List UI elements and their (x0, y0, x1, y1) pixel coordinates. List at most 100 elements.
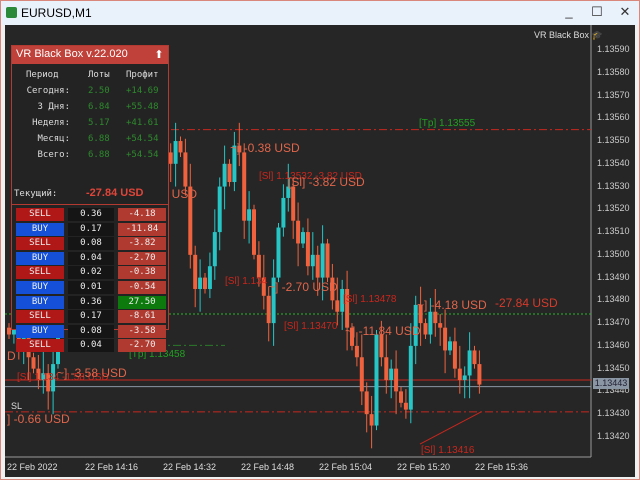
candle-body (457, 368, 462, 381)
trade-row[interactable]: BUY 0.08 -3.58 (16, 324, 166, 338)
profit-label: ~] -2.70 USD (268, 280, 338, 294)
lots-value: 6.88 (88, 134, 110, 144)
price-tick: 1.13420 (597, 430, 630, 441)
candle-body (256, 254, 261, 278)
candle-body (359, 357, 364, 392)
candle-body (369, 414, 374, 426)
current-row: Текущий: -27.84 USD (12, 187, 170, 203)
time-tick: 22 Feb 15:20 (397, 462, 451, 472)
sl-label: [Sl] 1.13478 (343, 294, 397, 305)
lots-value: 2.50 (88, 86, 110, 96)
candle-body (301, 232, 305, 244)
candle-body (212, 232, 217, 267)
trade-type: SELL (16, 208, 64, 221)
candle-body (207, 266, 212, 289)
candle-body (291, 186, 296, 221)
current-label: Текущий: (14, 189, 58, 199)
graduation-cap-icon: 🎓 (591, 30, 603, 40)
candle-body (252, 209, 256, 255)
candle-body (403, 402, 408, 410)
trade-row[interactable]: BUY 0.04 -2.70 (16, 251, 166, 265)
profit-value: +54.54 (126, 150, 159, 160)
price-tick: 1.13460 (597, 339, 630, 350)
profit-label: ~] -3.58 USD (57, 366, 127, 380)
candle-body (452, 341, 457, 369)
lots-value: 6.88 (88, 150, 110, 160)
time-tick: 22 Feb 15:36 (475, 462, 529, 472)
trade-profit: -8.61 (118, 310, 166, 324)
price-chart[interactable]: 1.13590 1.13580 1.13570 1.13560 1.13550 1.135… (5, 25, 635, 477)
stats-row: Месяц: 6.88 +54.54 (12, 134, 170, 148)
sl-label: [Sl] 1.13416 (421, 445, 475, 456)
period-header: Период (26, 70, 59, 80)
stats-row: 3 Дня: 6.84 +55.48 (12, 102, 170, 116)
candle-body (31, 357, 36, 369)
profit-value: +41.61 (126, 118, 159, 128)
trade-profit: 27.50 (118, 295, 166, 309)
trade-row[interactable]: SELL 0.08 -3.82 (16, 237, 166, 251)
total-profit-label: -27.84 USD (495, 296, 558, 310)
candle-body (325, 243, 330, 278)
lots-value: 6.84 (88, 102, 110, 112)
candle-body (477, 364, 482, 385)
trade-type: BUY (16, 251, 64, 265)
candle-body (472, 350, 477, 365)
collapse-arrow-icon[interactable]: ⬆ (153, 48, 165, 61)
trade-type: SELL (16, 339, 64, 353)
terminal-window: EURUSD,M1 _ ☐ ✕ 1.13590 1.13580 1.13570 1.1… (1, 1, 639, 479)
trade-row[interactable]: SELL 0.36 -4.18 (16, 208, 166, 221)
stats-row: Неделя: 5.17 +41.61 (12, 118, 170, 132)
trade-row[interactable]: BUY 0.17 -11.84 (16, 222, 166, 236)
candle-body (296, 220, 301, 244)
price-tick: 1.13560 (597, 112, 630, 123)
bid-price-tag: 1.13443 (593, 378, 629, 389)
candle-body (438, 323, 443, 328)
candle-body (247, 209, 252, 221)
stats-header: Период Лоты Профит (12, 70, 170, 84)
trade-profit: -0.54 (118, 281, 166, 294)
profit-value: +55.48 (126, 102, 159, 112)
profit-header: Профит (126, 70, 159, 80)
candle-body (222, 163, 227, 187)
trade-lots: 0.01 (68, 281, 114, 294)
trade-type: SELL (16, 310, 64, 324)
trade-lots: 0.08 (68, 324, 114, 338)
trade-profit: -4.18 (118, 208, 166, 221)
candle-body (335, 300, 340, 312)
candle-body (281, 197, 286, 228)
trade-row[interactable]: SELL 0.17 -8.61 (16, 310, 166, 324)
trade-profit: -2.70 (118, 339, 166, 353)
panel-header: VR Black Box v.22.020 ⬆ (12, 46, 168, 64)
price-tick: 1.13500 (597, 248, 630, 259)
price-tick: 1.13510 (597, 226, 630, 237)
trade-type: SELL (16, 237, 64, 251)
chart-icon (6, 7, 17, 18)
price-tick: 1.13480 (597, 294, 630, 305)
trade-type: SELL (16, 266, 64, 280)
candle-body (389, 368, 394, 381)
trade-lots: 0.04 (68, 339, 114, 353)
stats-row: Всего: 6.88 +54.54 (12, 150, 170, 164)
price-tick: 1.13490 (597, 271, 630, 282)
trade-row[interactable]: BUY 0.36 27.50 (16, 295, 166, 309)
trade-row[interactable]: SELL 0.02 -0.38 (16, 266, 166, 280)
trade-row[interactable]: BUY 0.01 -0.54 (16, 281, 166, 294)
profit-label: ~] -11.84 USD (345, 324, 421, 338)
trade-row[interactable]: SELL 0.04 -2.70 (16, 339, 166, 353)
vr-black-box-panel: VR Black Box v.22.020 ⬆ Период Лоты Проф… (11, 45, 170, 353)
trade-type: BUY (16, 222, 64, 236)
maximize-button[interactable]: ☐ (587, 4, 607, 20)
candle-body (178, 141, 183, 153)
trade-type: BUY (16, 324, 64, 338)
trade-lots: 0.02 (68, 266, 114, 280)
candle-body (448, 341, 452, 351)
time-tick: 22 Feb 14:48 (241, 462, 295, 472)
price-tick: 1.13550 (597, 135, 630, 146)
sl-label: [Sl] 1.13470 (284, 321, 338, 332)
close-button[interactable]: ✕ (615, 4, 635, 20)
profit-value: +14.69 (126, 86, 159, 96)
trade-profit: -3.58 (118, 324, 166, 338)
minimize-button[interactable]: _ (559, 4, 579, 19)
candle-body (374, 334, 379, 426)
candle-body (315, 254, 320, 278)
